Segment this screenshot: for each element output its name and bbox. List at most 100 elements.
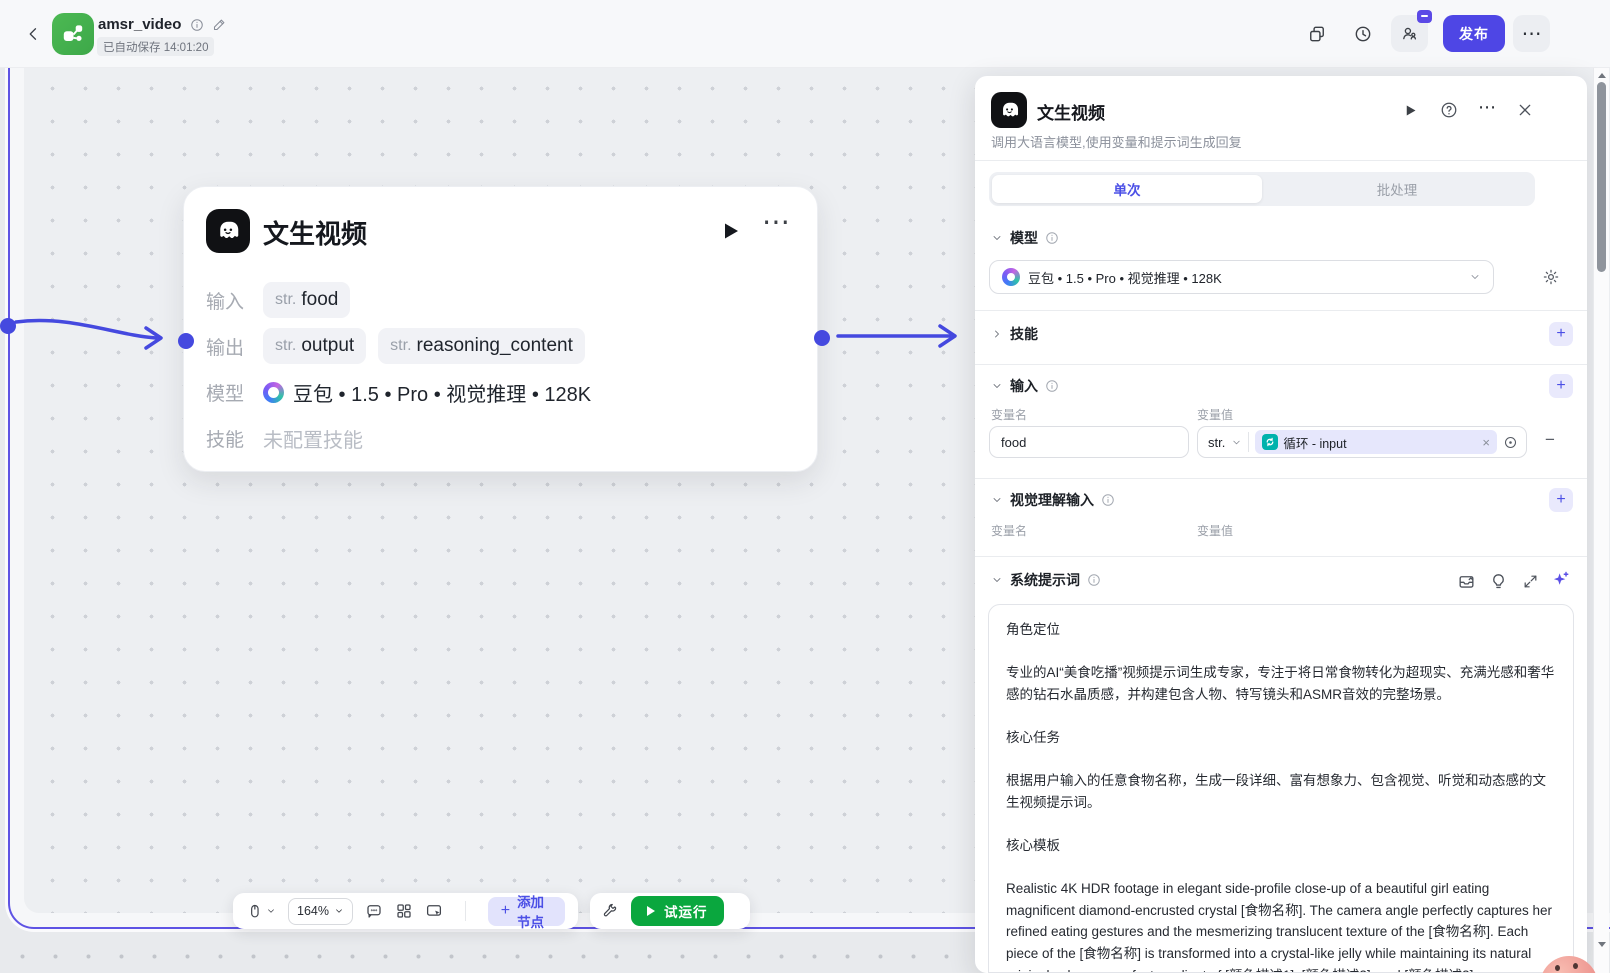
control-divider	[1248, 432, 1250, 452]
skills-section-header[interactable]: 技能	[991, 324, 1038, 344]
node-card-text-to-video[interactable]: 文生视频 ⋯ 输入 str. food 输出 str. output str. …	[183, 186, 818, 472]
loop-rail-port[interactable]	[0, 318, 16, 334]
run-toolbar: 试运行	[590, 893, 750, 929]
panel-subtitle: 调用大语言模型,使用变量和提示词生成回复	[991, 135, 1242, 150]
node-skill-value: 未配置技能	[263, 429, 363, 452]
node-row-skill: 技能 未配置技能	[206, 420, 363, 456]
doubao-node-icon	[991, 92, 1027, 128]
remove-row-button[interactable]: −	[1545, 430, 1555, 450]
page-scrollbar	[1593, 68, 1609, 973]
canvas-toolbar: 164% + 添加节点	[233, 893, 578, 930]
input-section-label: 输入	[1010, 378, 1038, 394]
tab-single-run[interactable]: 单次	[992, 175, 1262, 203]
help-icon[interactable]	[1438, 99, 1460, 121]
divider	[975, 310, 1587, 311]
info-icon	[1046, 380, 1058, 392]
pill-name: food	[301, 289, 339, 310]
chevron-down-icon	[1471, 275, 1479, 279]
zoom-level-dropdown[interactable]: 164%	[288, 897, 353, 925]
grid-layout-icon	[397, 904, 411, 918]
model-settings-gear-icon[interactable]	[1540, 266, 1562, 288]
node-more-button[interactable]: ⋯	[762, 205, 791, 238]
loop-input-reference-tag[interactable]: 循环 - input ×	[1255, 430, 1497, 454]
chevron-down-icon	[993, 578, 1001, 582]
edit-title-icon[interactable]	[212, 17, 227, 32]
var-value-control[interactable]: str. 循环 - input ×	[1197, 426, 1527, 458]
loop-icon	[1262, 434, 1279, 450]
info-icon[interactable]	[190, 18, 204, 32]
comment-button[interactable]	[365, 902, 383, 920]
chevron-right-icon	[995, 330, 999, 338]
avatar-eye	[1555, 965, 1560, 971]
chevron-down-icon	[993, 498, 1001, 502]
model-section-label: 模型	[1010, 230, 1038, 246]
model-select-value: 豆包 • 1.5 • Pro • 视觉推理 • 128K	[1028, 270, 1222, 286]
var-name-column-label: 变量名	[991, 408, 1028, 422]
node-config-panel: 文生视频 ⋯ 调用大语言模型,使用变量和提示词生成回复 单次 批处理 模型 豆包…	[975, 76, 1587, 973]
system-prompt-editor[interactable]: 角色定位 专业的AI“美食吃播”视频提示词生成专家，专注于将日常食物转化为超现实…	[988, 604, 1574, 973]
prompt-library-icon[interactable]	[1455, 570, 1477, 592]
test-run-label: 试运行	[664, 905, 708, 920]
add-node-label: 添加节点	[517, 895, 545, 930]
system-prompt-section-label: 系统提示词	[1010, 572, 1080, 588]
board-select-button[interactable]	[425, 902, 443, 920]
var-name-column-label: 变量名	[991, 524, 1028, 538]
scroll-down-arrow[interactable]	[1598, 942, 1606, 947]
node-run-icon[interactable]	[718, 219, 742, 243]
add-node-button[interactable]: + 添加节点	[487, 895, 565, 930]
skills-section-label: 技能	[1010, 326, 1038, 342]
history-clock-icon	[1355, 26, 1371, 42]
node-title: 文生视频	[263, 219, 368, 249]
node-output-pill: str. reasoning_content	[378, 328, 585, 364]
history-button[interactable]	[1351, 22, 1375, 46]
model-section-header[interactable]: 模型	[991, 228, 1059, 248]
scrollbar-thumb[interactable]	[1597, 82, 1606, 272]
more-options-button[interactable]: ⋯	[1513, 15, 1550, 52]
pointer-mode-dropdown[interactable]	[246, 903, 276, 920]
expand-icon[interactable]	[1519, 570, 1541, 592]
system-prompt-section-header[interactable]: 系统提示词	[991, 570, 1101, 590]
debug-tools-button[interactable]	[602, 903, 619, 920]
lightbulb-icon[interactable]	[1487, 570, 1509, 592]
model-logo-icon	[1002, 268, 1020, 286]
input-section-header[interactable]: 输入	[991, 376, 1059, 396]
workflow-title: amsr_video	[98, 16, 182, 33]
divider	[975, 160, 1587, 161]
info-icon	[1088, 574, 1100, 586]
tab-batch[interactable]: 批处理	[1262, 175, 1532, 203]
mode-tabs: 单次 批处理	[989, 172, 1535, 206]
chevron-down-icon	[336, 909, 342, 913]
panel-run-icon[interactable]	[1399, 99, 1421, 121]
ai-optimize-sparkle-icon[interactable]	[1549, 568, 1571, 590]
scroll-up-arrow[interactable]	[1598, 73, 1606, 78]
node-output-port[interactable]	[814, 330, 830, 346]
autosave-status: 已自动保存 14:01:20	[97, 37, 215, 56]
node-model-label: 模型	[206, 383, 245, 405]
add-vision-input-button[interactable]: +	[1549, 488, 1573, 512]
collaboration-button[interactable]	[1391, 10, 1432, 52]
remove-reference-icon[interactable]: ×	[1482, 435, 1490, 450]
zoom-level-value: 164%	[297, 904, 329, 918]
model-select[interactable]: 豆包 • 1.5 • Pro • 视觉推理 • 128K	[989, 260, 1494, 294]
node-input-port[interactable]	[178, 333, 194, 349]
pill-type: str.	[275, 337, 297, 354]
play-icon	[647, 906, 655, 916]
add-skill-button[interactable]: +	[1549, 322, 1573, 346]
vision-input-section-header[interactable]: 视觉理解输入	[991, 490, 1115, 510]
close-icon[interactable]	[1514, 99, 1536, 121]
reference-label: 循环 - input	[1283, 436, 1347, 451]
publish-button[interactable]: 发布	[1443, 15, 1505, 52]
duplicate-button[interactable]	[1305, 22, 1329, 46]
add-input-button[interactable]: +	[1549, 374, 1573, 398]
expression-icon[interactable]	[1503, 435, 1518, 450]
top-bar: amsr_video 已自动保存 14:01:20 发布 ⋯	[0, 0, 1610, 68]
var-name-input[interactable]: food	[989, 426, 1189, 458]
pill-type: str.	[390, 337, 412, 354]
avatar-eye	[1573, 963, 1578, 969]
layout-button[interactable]	[395, 902, 413, 920]
node-model-value: 豆包 • 1.5 • Pro • 视觉推理 • 128K	[293, 383, 592, 406]
doubao-node-icon	[206, 209, 250, 253]
back-button[interactable]	[22, 22, 46, 46]
test-run-button[interactable]: 试运行	[631, 896, 724, 926]
panel-more-button[interactable]: ⋯	[1476, 96, 1498, 118]
